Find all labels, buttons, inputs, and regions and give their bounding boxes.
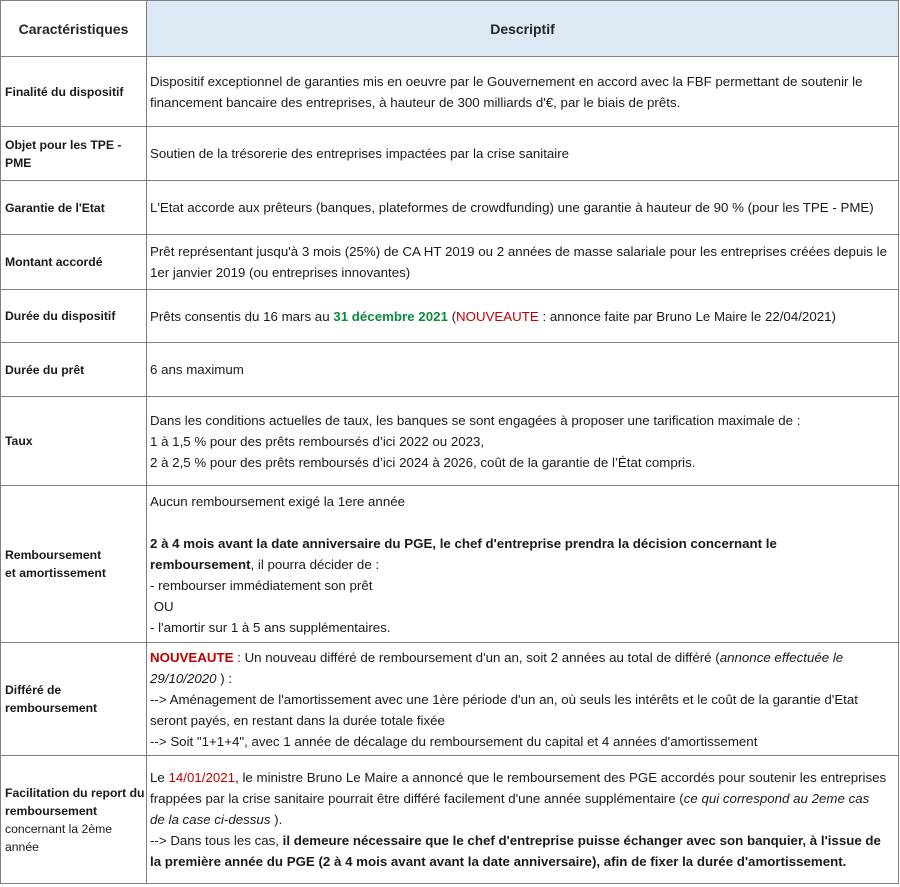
label-line: Différé de: [5, 683, 62, 697]
label-line: Facilitation du report du: [5, 785, 145, 800]
desc-line: - l'amortir sur 1 à 5 ans supplémentaire…: [150, 619, 391, 635]
header-caracteristiques: Caractéristiques: [0, 0, 147, 57]
desc-line: Le 14/01/2021, le ministre Bruno Le Mair…: [150, 767, 896, 788]
label-line: Remboursement: [5, 548, 102, 562]
desc-text: Prêts consentis du 16 mars au: [150, 308, 334, 324]
row-label: Finalité du dispositif: [0, 56, 147, 127]
desc-line: OU: [150, 598, 174, 614]
table-row: Montant accordé Prêt représentant jusqu'…: [0, 234, 899, 290]
nouveaute-badge: NOUVEAUTE: [150, 649, 234, 665]
label-line: Objet pour les TPE -: [5, 137, 122, 152]
table-row: Durée du dispositif Prêts consentis du 1…: [0, 289, 899, 343]
desc-line: 2 à 4 mois avant la date anniversaire du…: [150, 535, 777, 551]
desc-line: --> Soit "1+1+4", avec 1 année de décala…: [150, 733, 758, 749]
label-line: remboursement: [5, 803, 98, 818]
table-row: Remboursement et amortissement Aucun rem…: [0, 485, 899, 643]
desc-text: (: [447, 308, 457, 324]
table-row: Garantie de l'Etat L'Etat accorde aux pr…: [0, 180, 899, 235]
table-row: Objet pour les TPE - PME Soutien de la t…: [0, 126, 899, 181]
desc-italic: ce qui correspond au 2eme cas: [683, 791, 870, 806]
table-header-row: Caractéristiques Descriptif: [0, 0, 899, 57]
row-label: Durée du prêt: [0, 342, 147, 397]
row-label: Taux: [0, 396, 147, 486]
nouveaute-badge: NOUVEAUTE: [456, 308, 539, 324]
label-line: année: [5, 839, 39, 854]
desc-line: --> Dans tous les cas, il demeure nécess…: [150, 830, 896, 851]
desc-text: , le ministre Bruno Le Maire a annoncé q…: [235, 770, 887, 785]
desc-italic: 29/10/2020: [150, 670, 217, 686]
desc-italic: annonce effectuée le: [719, 649, 844, 665]
desc-bold: remboursement: [150, 556, 251, 572]
row-description: Prêts consentis du 16 mars au 31 décembr…: [146, 289, 899, 343]
desc-line: la première année du PGE (2 à 4 mois ava…: [150, 854, 847, 869]
table-row: Finalité du dispositif Dispositif except…: [0, 56, 899, 127]
row-label: Montant accordé: [0, 234, 147, 290]
desc-line: 1 à 1,5 % pour des prêts remboursés d’ic…: [150, 433, 485, 449]
desc-line: Dans les conditions actuelles de taux, l…: [150, 412, 801, 428]
desc-text: : Un nouveau différé de remboursement d'…: [233, 649, 720, 665]
desc-line: NOUVEAUTE : Un nouveau différé de rembou…: [150, 647, 896, 668]
desc-line: Soutien de la trésorerie des entreprises…: [150, 146, 570, 161]
desc-line: L'Etat accorde aux prêteurs (banques, pl…: [150, 200, 874, 215]
desc-text: --> Dans tous les cas,: [150, 833, 283, 848]
row-description: 6 ans maximum: [146, 342, 899, 397]
desc-line: 1er janvier 2019 (ou entreprises innovan…: [150, 265, 411, 280]
desc-line: Dispositif exceptionnel de garanties mis…: [150, 73, 863, 89]
pge-characteristics-table: Caractéristiques Descriptif Finalité du …: [0, 0, 899, 884]
row-description: Aucun remboursement exigé la 1ere année …: [146, 485, 899, 643]
header-descriptif: Descriptif: [146, 0, 899, 57]
desc-line: 29/10/2020 ) :: [150, 668, 896, 689]
desc-text: ).: [270, 812, 283, 827]
row-description: Dispositif exceptionnel de garanties mis…: [146, 56, 899, 127]
row-label: Objet pour les TPE - PME: [0, 126, 147, 181]
end-date: 31 décembre 2021: [333, 308, 448, 324]
desc-text: Le: [150, 770, 169, 785]
row-label: Durée du dispositif: [0, 289, 147, 343]
desc-line: --> Aménagement de l'amortissement avec …: [150, 691, 858, 707]
table-row: Facilitation du report du remboursement …: [0, 755, 899, 884]
desc-line: frappées par la crise sanitaire pourrait…: [150, 788, 896, 809]
desc-line: de la case ci-dessus ).: [150, 809, 896, 830]
desc-line: financement bancaire des entreprises, à …: [150, 94, 681, 110]
table-row: Taux Dans les conditions actuelles de ta…: [0, 396, 899, 486]
table-row: Durée du prêt 6 ans maximum: [0, 342, 899, 397]
row-description: NOUVEAUTE : Un nouveau différé de rembou…: [146, 642, 899, 756]
desc-text: frappées par la crise sanitaire pourrait…: [150, 791, 684, 806]
row-description: Le 14/01/2021, le ministre Bruno Le Mair…: [146, 755, 899, 884]
row-label: Remboursement et amortissement: [0, 485, 147, 643]
table-row: Différé de remboursement NOUVEAUTE : Un …: [0, 642, 899, 756]
desc-italic: de la case ci-dessus: [150, 812, 271, 827]
label-line: remboursement: [5, 701, 98, 715]
row-label: Différé de remboursement: [0, 642, 147, 756]
desc-line: Prêt représentant jusqu'à 3 mois (25%) d…: [150, 244, 887, 259]
desc-line: 6 ans maximum: [150, 362, 244, 377]
desc-line: Prêts consentis du 16 mars au 31 décembr…: [150, 306, 896, 327]
desc-text: , il pourra décider de :: [250, 556, 380, 572]
row-description: Prêt représentant jusqu'à 3 mois (25%) d…: [146, 234, 899, 290]
label-line: PME: [5, 155, 32, 170]
row-description: Dans les conditions actuelles de taux, l…: [146, 396, 899, 486]
row-description: Soutien de la trésorerie des entreprises…: [146, 126, 899, 181]
row-label: Facilitation du report du remboursement …: [0, 755, 147, 884]
desc-text: : annonce faite par Bruno Le Maire le 22…: [538, 308, 836, 324]
desc-line: 2 à 2,5 % pour des prêts remboursés d’ic…: [150, 454, 696, 470]
row-description: L'Etat accorde aux prêteurs (banques, pl…: [146, 180, 899, 235]
announcement-date: 14/01/2021: [168, 770, 236, 785]
desc-line: - rembourser immédiatement son prêt: [150, 577, 373, 593]
desc-line: seront payés, en restant dans la durée t…: [150, 712, 445, 728]
row-label: Garantie de l'Etat: [0, 180, 147, 235]
desc-line: Aucun remboursement exigé la 1ere année: [150, 493, 406, 509]
label-line: concernant la 2ème: [5, 821, 113, 836]
label-line: et amortissement: [5, 566, 106, 580]
desc-bold: il demeure nécessaire que le chef d'entr…: [282, 833, 881, 848]
desc-line: remboursement, il pourra décider de :: [150, 554, 896, 575]
desc-text: ) :: [216, 670, 233, 686]
